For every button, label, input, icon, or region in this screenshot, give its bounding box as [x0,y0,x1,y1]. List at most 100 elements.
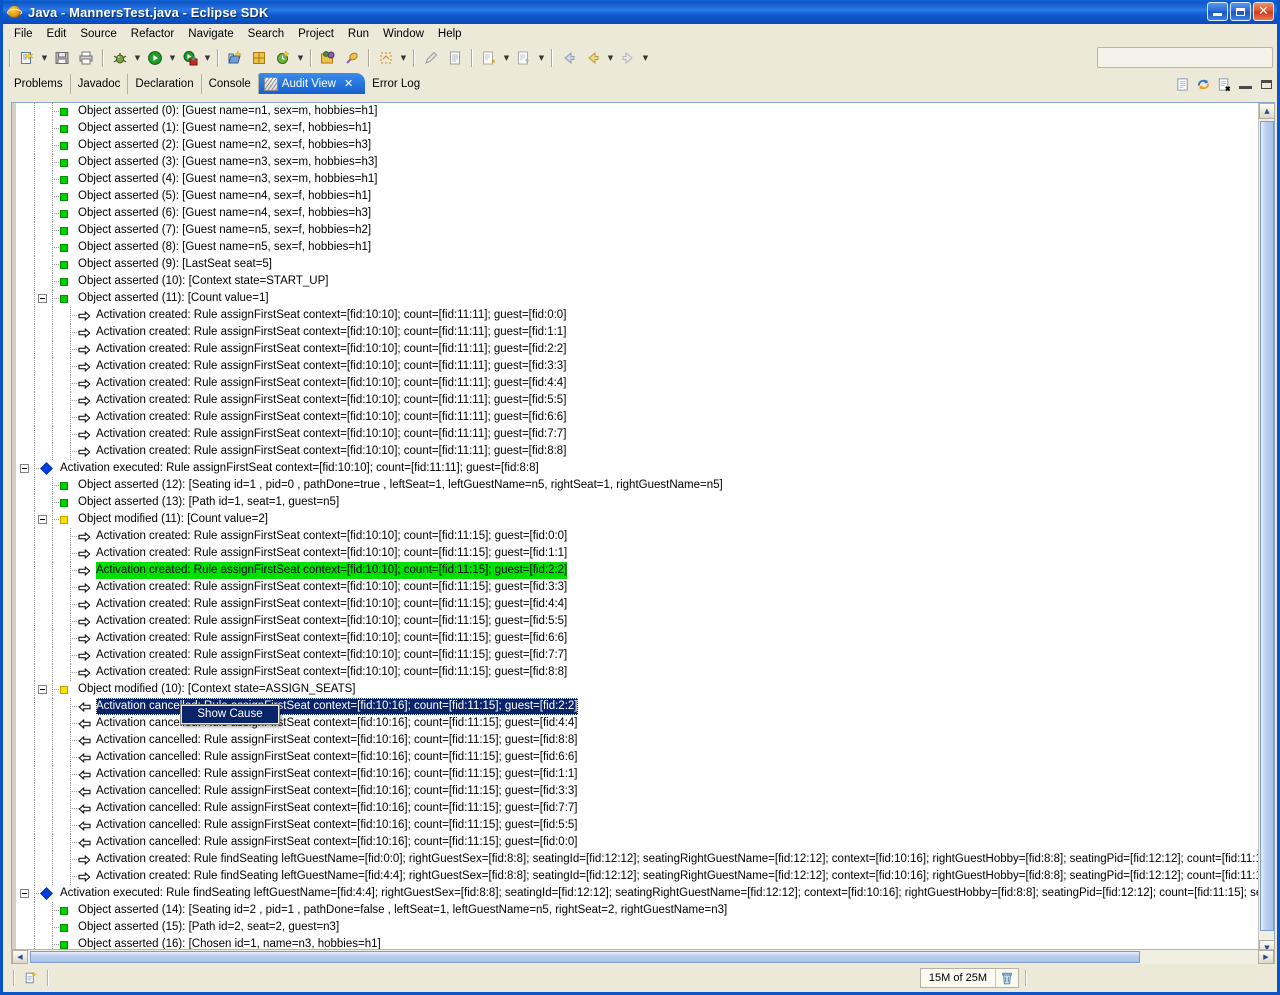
previous-annotation-dropdown-arrow[interactable]: ▼ [536,47,547,69]
menu-navigate[interactable]: Navigate [181,26,240,42]
menu-refactor[interactable]: Refactor [124,26,181,42]
debug-dropdown-arrow[interactable]: ▼ [132,47,143,69]
tree-row[interactable]: Activation executed: Rule findSeating le… [16,885,1258,902]
next-annotation-dropdown-arrow[interactable]: ▼ [501,47,512,69]
tree-expander[interactable] [20,464,29,473]
tree-row[interactable]: Activation created: Rule assignFirstSeat… [16,596,1258,613]
tree-row[interactable]: Activation created: Rule findSeating lef… [16,851,1258,868]
tree-row[interactable]: Activation created: Rule assignFirstSeat… [16,664,1258,681]
menu-search[interactable]: Search [241,26,291,42]
tree-row[interactable]: Activation cancelled: Rule assignFirstSe… [16,783,1258,800]
tree-row[interactable]: Activation created: Rule assignFirstSeat… [16,341,1258,358]
tree-row[interactable]: Activation created: Rule assignFirstSeat… [16,579,1258,596]
minimize-button[interactable] [1207,2,1228,21]
tab-console[interactable]: Console [202,74,259,94]
close-icon[interactable]: ✕ [344,77,353,90]
tree-row[interactable]: Activation cancelled: Rule assignFirstSe… [16,817,1258,834]
search-icon[interactable] [341,47,363,69]
menu-project[interactable]: Project [291,26,341,42]
tree-row[interactable]: Object asserted (9): [LastSeat seat=5] [16,256,1258,273]
tree-row[interactable]: Object asserted (1): [Guest name=n2, sex… [16,120,1258,137]
debug-icon[interactable] [109,47,131,69]
tree-row[interactable]: Activation cancelled: Rule assignFirstSe… [16,800,1258,817]
scroll-up-button[interactable]: ▲ [1259,103,1275,119]
tab-problems[interactable]: Problems [7,74,71,94]
back-icon[interactable] [558,47,580,69]
next-annotation-icon[interactable] [478,47,500,69]
tree-row[interactable]: Object asserted (5): [Guest name=n4, sex… [16,188,1258,205]
tree-row[interactable]: Activation created: Rule findSeating lef… [16,868,1258,885]
run-icon[interactable] [144,47,166,69]
print-icon[interactable] [75,47,97,69]
tree-row[interactable]: Activation created: Rule assignFirstSeat… [16,613,1258,630]
new-java-project-icon[interactable] [224,47,246,69]
tree-row[interactable]: Object asserted (4): [Guest name=n3, sex… [16,171,1258,188]
new-class-icon[interactable] [272,47,294,69]
refresh-icon[interactable] [1194,75,1212,93]
tree-row[interactable]: Activation created: Rule assignFirstSeat… [16,545,1258,562]
tab-javadoc[interactable]: Javadoc [71,74,129,94]
new-package-icon[interactable] [248,47,270,69]
tree-row[interactable]: Object asserted (2): [Guest name=n2, sex… [16,137,1258,154]
tree-row[interactable]: Object asserted (0): [Guest name=n1, sex… [16,103,1258,120]
tree-row[interactable]: Object asserted (13): [Path id=1, seat=1… [16,494,1258,511]
menu-edit[interactable]: Edit [40,26,74,42]
tree-row[interactable]: Activation created: Rule assignFirstSeat… [16,324,1258,341]
horizontal-scroll-thumb[interactable] [30,951,1140,963]
audit-tree[interactable]: Object asserted (0): [Guest name=n1, sex… [12,103,1258,956]
tree-expander[interactable] [20,889,29,898]
tree-row[interactable]: Activation executed: Rule assignFirstSea… [16,460,1258,477]
tree-row[interactable]: Activation created: Rule assignFirstSeat… [16,392,1258,409]
last-edit-dropdown-arrow[interactable]: ▼ [640,47,651,69]
document-icon[interactable] [444,47,466,69]
save-icon[interactable] [51,47,73,69]
tree-row[interactable]: Activation created: Rule assignFirstSeat… [16,358,1258,375]
tree-row[interactable]: Object asserted (11): [Count value=1] [16,290,1258,307]
tree-row[interactable]: Object asserted (14): [Seating id=2 , pi… [16,902,1258,919]
run-dropdown-arrow[interactable]: ▼ [167,47,178,69]
tree-row[interactable]: Object asserted (15): [Path id=2, seat=2… [16,919,1258,936]
tree-row[interactable]: Activation cancelled: Rule assignFirstSe… [16,732,1258,749]
forward-icon[interactable] [582,47,604,69]
mark-occurrences-dropdown-arrow[interactable]: ▼ [398,47,409,69]
vertical-scroll-thumb[interactable] [1260,121,1274,931]
view-maximize-button[interactable] [1257,75,1275,93]
new-dropdown-arrow[interactable]: ▼ [39,47,50,69]
tree-expander[interactable] [38,515,47,524]
tab-declaration[interactable]: Declaration [128,74,201,94]
tree-row[interactable]: Object asserted (12): [Seating id=1 , pi… [16,477,1258,494]
view-minimize-button[interactable] [1236,75,1254,93]
clear-log-icon[interactable] [1215,75,1233,93]
maximize-button[interactable] [1230,2,1251,21]
tree-row[interactable]: Object asserted (7): [Guest name=n5, sex… [16,222,1258,239]
tree-row[interactable]: Object modified (11): [Count value=2] [16,511,1258,528]
tree-expander[interactable] [38,294,47,303]
horizontal-scrollbar[interactable]: ◀ ▶ [11,949,1275,965]
open-type-icon[interactable] [317,47,339,69]
tab-error-log[interactable]: Error Log [365,74,427,94]
tree-row[interactable]: Object asserted (3): [Guest name=n3, sex… [16,154,1258,171]
tree-row[interactable]: Activation cancelled: Rule assignFirstSe… [16,749,1258,766]
tree-row[interactable]: Activation created: Rule assignFirstSeat… [16,528,1258,545]
vertical-scrollbar[interactable]: ▲ ▼ [1258,103,1274,956]
tree-row[interactable]: Activation created: Rule assignFirstSeat… [16,409,1258,426]
menu-window[interactable]: Window [376,26,431,42]
tree-row[interactable]: Activation created: Rule assignFirstSeat… [16,562,1258,579]
close-button[interactable]: ✕ [1253,2,1274,21]
last-edit-icon[interactable] [617,47,639,69]
tab-audit-view[interactable]: Audit View ✕ [259,73,365,94]
new-class-dropdown-arrow[interactable]: ▼ [295,47,306,69]
tree-expander[interactable] [38,685,47,694]
scroll-right-button[interactable]: ▶ [1258,950,1274,964]
menu-source[interactable]: Source [73,26,123,42]
menu-item-show-cause[interactable]: Show Cause [182,706,278,723]
tree-row[interactable]: Activation created: Rule assignFirstSeat… [16,443,1258,460]
tree-row[interactable]: Activation cancelled: Rule assignFirstSe… [16,766,1258,783]
tree-row[interactable]: Activation cancelled: Rule assignFirstSe… [16,834,1258,851]
toggle-mark-occurrences-icon[interactable] [375,47,397,69]
external-tools-dropdown-arrow[interactable]: ▼ [202,47,213,69]
show-details-icon[interactable] [1173,75,1191,93]
menu-help[interactable]: Help [431,26,469,42]
new-icon[interactable] [16,47,38,69]
tree-row[interactable]: Activation created: Rule assignFirstSeat… [16,426,1258,443]
